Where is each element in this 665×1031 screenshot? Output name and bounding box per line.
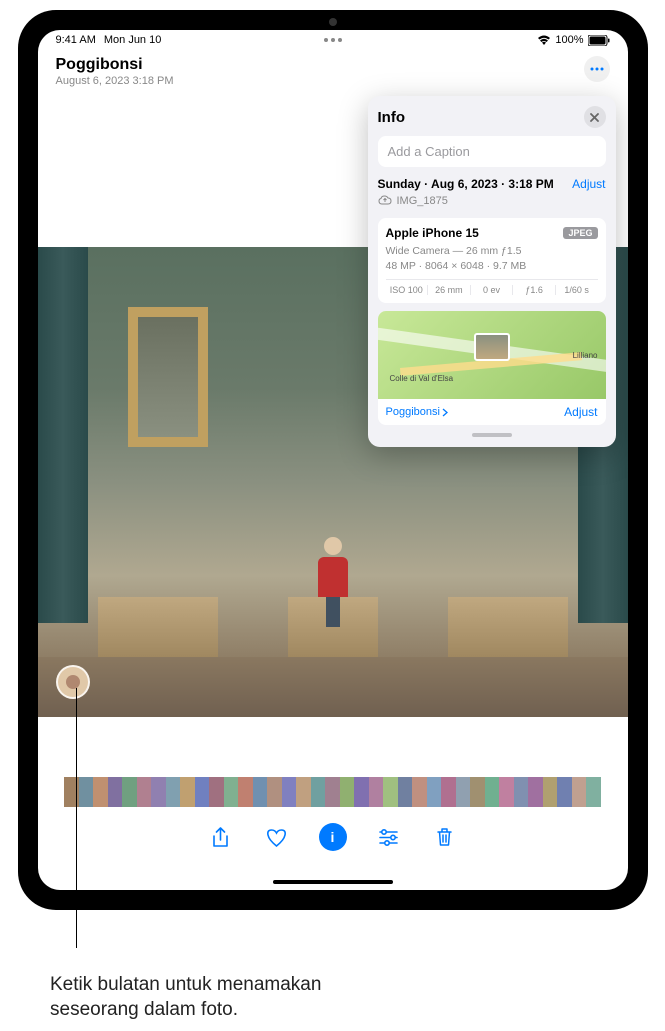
map-label-lilliano: Lilliano (573, 351, 598, 360)
cloud-icon (378, 194, 392, 208)
share-button[interactable] (207, 823, 235, 851)
status-time: 9:41 AM (56, 34, 96, 46)
thumbnail[interactable] (383, 777, 398, 807)
ipad-device-frame: 9:41 AM Mon Jun 10 100% Poggibonsi Augus… (18, 10, 648, 910)
adjust-date-link[interactable]: Adjust (572, 177, 605, 191)
status-date: Mon Jun 10 (104, 34, 161, 46)
tech-focal: 26 mm (428, 285, 471, 295)
photo-date: Sunday · Aug 6, 2023 · 3:18 PM (378, 177, 554, 191)
thumbnail[interactable] (441, 777, 456, 807)
thumbnail[interactable] (340, 777, 355, 807)
edit-button[interactable] (375, 823, 403, 851)
callout-line2: seseorang dalam foto. (50, 997, 321, 1023)
close-button[interactable] (584, 106, 606, 128)
more-button[interactable] (584, 56, 610, 82)
camera-notch (329, 18, 337, 26)
home-indicator[interactable] (273, 880, 393, 884)
battery-icon (588, 35, 610, 46)
map-pin-thumbnail (474, 333, 510, 361)
thumbnail[interactable] (108, 777, 123, 807)
thumbnail[interactable] (209, 777, 224, 807)
info-button[interactable]: i (319, 823, 347, 851)
thumbnail[interactable] (180, 777, 195, 807)
panel-drag-handle[interactable] (472, 433, 512, 437)
thumbnail[interactable] (253, 777, 268, 807)
thumbnail[interactable] (151, 777, 166, 807)
info-panel-title: Info (378, 109, 406, 126)
thumbnail[interactable] (122, 777, 137, 807)
filename: IMG_1875 (397, 195, 448, 207)
tech-iso: ISO 100 (386, 285, 429, 295)
wifi-icon (537, 35, 551, 45)
thumbnail[interactable] (514, 777, 529, 807)
battery-percentage: 100% (555, 34, 583, 46)
location-title: Poggibonsi (56, 56, 610, 74)
delete-button[interactable] (431, 823, 459, 851)
thumbnail[interactable] (586, 777, 601, 807)
specs-line: 48 MP · 8064 × 6048 · 9.7 MB (386, 259, 598, 274)
thumbnail[interactable] (311, 777, 326, 807)
callout-text: Ketik bulatan untuk menamakan seseorang … (50, 972, 321, 1023)
tech-aperture: ƒ1.6 (513, 285, 556, 295)
map-location-link[interactable]: Poggibonsi (386, 405, 448, 419)
status-bar: 9:41 AM Mon Jun 10 100% (38, 30, 628, 48)
device-section: Apple iPhone 15 JPEG Wide Camera — 26 mm… (378, 218, 606, 303)
format-badge: JPEG (563, 227, 597, 239)
camera-line: Wide Camera — 26 mm ƒ1.5 (386, 244, 598, 259)
tech-shutter: 1/60 s (556, 285, 598, 295)
photo-header: Poggibonsi August 6, 2023 3:18 PM (38, 48, 628, 87)
tech-row: ISO 100 26 mm 0 ev ƒ1.6 1/60 s (386, 279, 598, 295)
info-panel: Info Add a Caption Sunday · Aug 6, 2023 … (368, 96, 616, 447)
thumbnail[interactable] (195, 777, 210, 807)
thumbnail[interactable] (499, 777, 514, 807)
screen: 9:41 AM Mon Jun 10 100% Poggibonsi Augus… (38, 30, 628, 890)
thumbnail[interactable] (398, 777, 413, 807)
thumbnail[interactable] (543, 777, 558, 807)
thumbnail[interactable] (572, 777, 587, 807)
thumbnail[interactable] (470, 777, 485, 807)
device-name: Apple iPhone 15 (386, 226, 479, 240)
face-tag-circle[interactable] (56, 665, 90, 699)
thumbnail[interactable] (166, 777, 181, 807)
thumbnail[interactable] (296, 777, 311, 807)
thumbnail[interactable] (93, 777, 108, 807)
thumbnail[interactable] (369, 777, 384, 807)
thumbnail[interactable] (412, 777, 427, 807)
thumbnail[interactable] (456, 777, 471, 807)
thumbnail-strip[interactable] (38, 777, 628, 807)
favorite-button[interactable] (263, 823, 291, 851)
thumbnail[interactable] (238, 777, 253, 807)
caption-input[interactable]: Add a Caption (378, 136, 606, 167)
callout-line1: Ketik bulatan untuk menamakan (50, 972, 321, 998)
thumbnail[interactable] (557, 777, 572, 807)
map-label-colle: Colle di Val d'Elsa (390, 374, 454, 383)
multitask-dots[interactable] (324, 38, 342, 42)
thumbnail[interactable] (224, 777, 239, 807)
thumbnail[interactable] (325, 777, 340, 807)
location-date: August 6, 2023 3:18 PM (56, 75, 610, 87)
thumbnail[interactable] (528, 777, 543, 807)
tech-ev: 0 ev (471, 285, 514, 295)
thumbnail[interactable] (267, 777, 282, 807)
thumbnail[interactable] (427, 777, 442, 807)
map-view[interactable]: Colle di Val d'Elsa Lilliano (378, 311, 606, 399)
callout-leader-line (76, 688, 77, 948)
adjust-location-link[interactable]: Adjust (564, 405, 597, 419)
map-section: Colle di Val d'Elsa Lilliano Poggibonsi … (378, 311, 606, 425)
thumbnail[interactable] (354, 777, 369, 807)
bottom-toolbar: i (38, 823, 628, 851)
thumbnail[interactable] (485, 777, 500, 807)
thumbnail[interactable] (137, 777, 152, 807)
thumbnail[interactable] (282, 777, 297, 807)
thumbnail[interactable] (79, 777, 94, 807)
